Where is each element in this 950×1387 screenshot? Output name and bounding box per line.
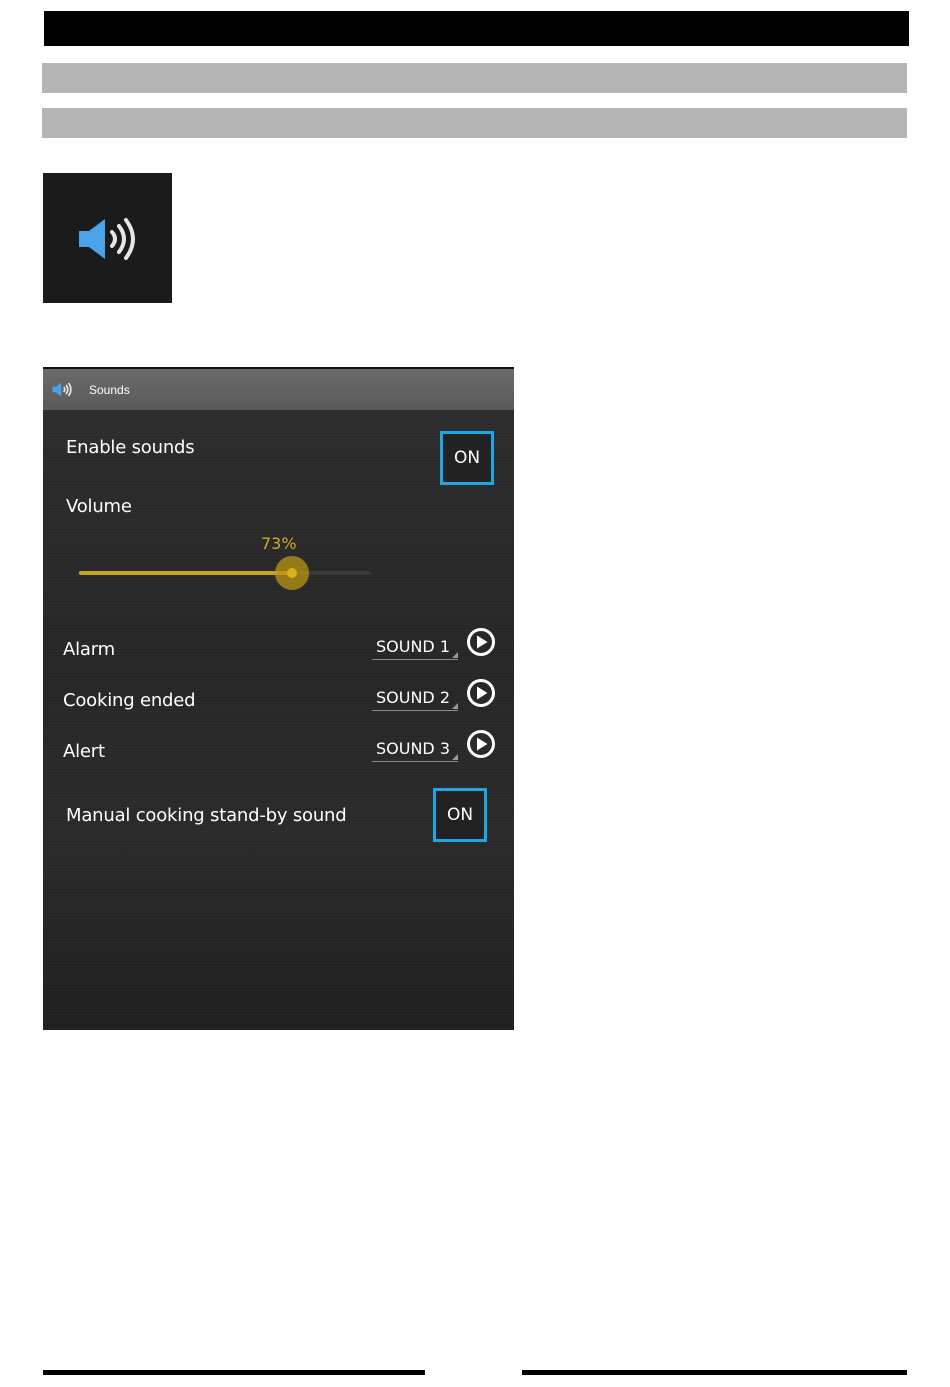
volume-label: Volume [66, 496, 132, 517]
alert-sound-value: SOUND 3 [376, 739, 451, 758]
dropdown-corner-icon [452, 703, 458, 709]
screen-title: Sounds [89, 383, 130, 397]
standby-sound-toggle[interactable]: ON [433, 788, 487, 842]
alarm-sound-value: SOUND 1 [376, 637, 451, 656]
volume-value: 73% [261, 534, 297, 553]
cooking-ended-sound-select[interactable]: SOUND 2 [372, 686, 458, 711]
alarm-label: Alarm [63, 639, 115, 660]
speaker-icon [79, 218, 135, 260]
dropdown-corner-icon [452, 754, 458, 760]
footer-rule-left [43, 1370, 425, 1375]
alarm-sound-select[interactable]: SOUND 1 [372, 635, 458, 660]
enable-sounds-toggle[interactable]: ON [440, 431, 494, 485]
standby-sound-label: Manual cooking stand-by sound [66, 805, 347, 826]
sounds-screen: Sounds Enable sounds ON Volume 73% Alarm… [43, 367, 514, 1030]
cooking-ended-sound-value: SOUND 2 [376, 688, 451, 707]
alert-sound-select[interactable]: SOUND 3 [372, 737, 458, 762]
volume-slider-thumb[interactable] [275, 556, 310, 590]
volume-slider-fill [79, 571, 293, 575]
cooking-ended-label: Cooking ended [63, 690, 196, 711]
volume-slider-track[interactable] [79, 571, 371, 575]
enable-sounds-label: Enable sounds [66, 437, 195, 458]
play-icon[interactable] [466, 678, 496, 708]
screen-header: Sounds [43, 369, 514, 410]
page-subsection-bar [42, 108, 907, 138]
dropdown-corner-icon [452, 652, 458, 658]
footer-rule-right [522, 1370, 907, 1375]
page-section-bar [42, 63, 907, 93]
sounds-menu-tile [43, 173, 172, 303]
speaker-icon [52, 382, 72, 397]
alert-label: Alert [63, 741, 105, 762]
page-header-bar [44, 11, 909, 46]
play-icon[interactable] [466, 729, 496, 759]
play-icon[interactable] [466, 627, 496, 657]
volume-slider-thumb-dot [287, 568, 298, 578]
